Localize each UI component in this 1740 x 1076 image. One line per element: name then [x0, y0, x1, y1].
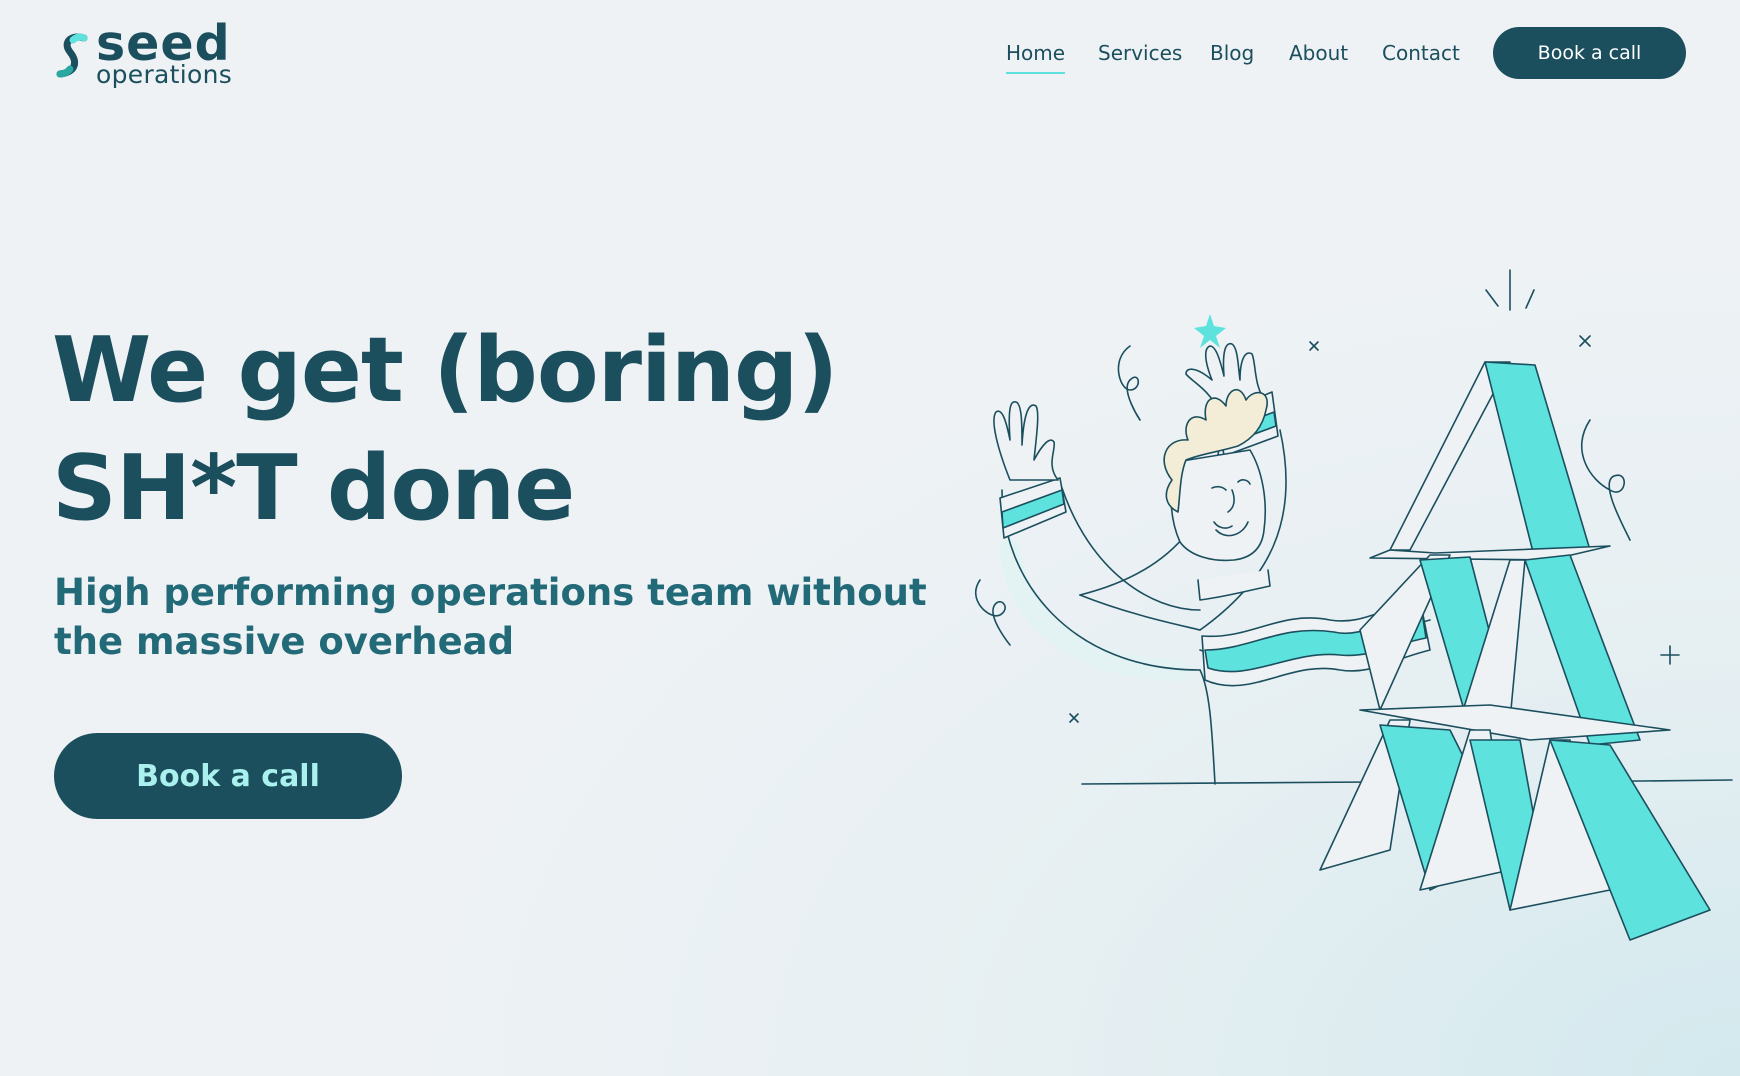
hero-title-line-2: SH*T done	[52, 436, 575, 541]
hero-title-line-1: We get (boring)	[52, 318, 839, 423]
nav-services[interactable]: Services	[1098, 40, 1182, 66]
hero-title: We get (boring) SH*T done	[52, 312, 952, 548]
main-nav: Home Services Blog About Contact Book a …	[0, 0, 1740, 106]
nav-home[interactable]: Home	[1006, 40, 1066, 74]
nav-book-call-button[interactable]: Book a call	[1493, 27, 1686, 79]
hero-book-call-button[interactable]: Book a call	[54, 733, 402, 819]
hero-subtitle-line-2: the massive overhead	[54, 620, 515, 663]
person-with-house-of-cards-illustration	[974, 269, 1733, 941]
hero-subtitle-line-1: High performing operations team without	[54, 571, 927, 614]
nav-about[interactable]: About	[1289, 40, 1348, 66]
nav-blog[interactable]: Blog	[1210, 40, 1254, 66]
hero-subtitle: High performing operations team without …	[54, 568, 954, 666]
nav-contact[interactable]: Contact	[1382, 40, 1460, 66]
